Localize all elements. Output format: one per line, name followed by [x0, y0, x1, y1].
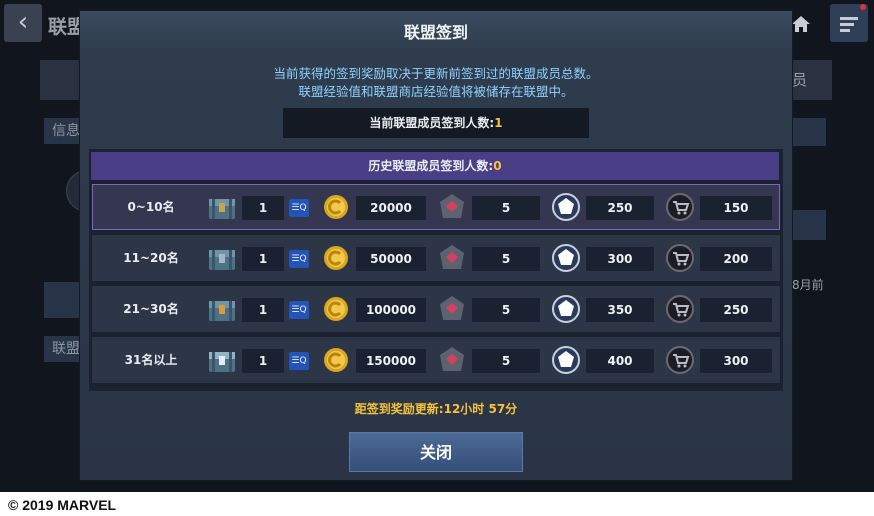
rank-label: 0~10名 [127, 200, 175, 214]
chest-icon [209, 301, 235, 321]
background-box [792, 210, 826, 240]
notification-dot [860, 4, 866, 10]
checkin-dialog: 联盟签到 当前获得的签到奖励取决于更新前签到过的联盟成员总数。 联盟经验值和联盟… [80, 11, 792, 480]
crystal-icon [440, 194, 464, 218]
description-line-2: 联盟经验值和联盟商店经验值将被储存在联盟中。 [298, 84, 574, 99]
background-tab-label: 员 [792, 71, 808, 89]
alliance-badge-icon [552, 244, 580, 272]
rank-label: 31名以上 [124, 353, 178, 367]
reward-row[interactable]: 0~10名 1 ☰Q 20000 5 250 150 [92, 184, 780, 230]
gold-coin-icon [324, 195, 348, 219]
background-panel [40, 60, 80, 100]
badge-amount: 350 [607, 303, 633, 317]
current-checkin-value: 1 [494, 116, 503, 130]
cart-icon [666, 244, 694, 272]
cart-icon [666, 346, 694, 374]
reward-row[interactable]: 21~30名 1 ☰Q 100000 5 350 250 [92, 286, 780, 332]
time-label: 8月前 [792, 278, 824, 292]
chest-count: 1 [258, 354, 268, 368]
cart-icon [666, 295, 694, 323]
crystal-amount: 5 [501, 201, 511, 215]
dialog-title: 联盟签到 [403, 23, 468, 42]
crystal-icon [440, 296, 464, 320]
crystal-icon [440, 245, 464, 269]
history-checkin-label: 历史联盟成员签到人数: [368, 159, 494, 173]
badge-amount: 400 [607, 354, 633, 368]
chest-icon [209, 250, 235, 270]
chest-icon [209, 199, 235, 219]
background-tab[interactable]: 员 [792, 60, 832, 100]
game-screen: ‹ 联盟 员 信息 8月前 联盟 联盟签到 当前获得的签到奖励取决于更新前签到过… [0, 0, 874, 492]
reward-table: 历史联盟成员签到人数:0 0~10名 1 ☰Q 20000 5 250 150 [89, 149, 783, 391]
chest-icon [209, 352, 235, 372]
badge-amount: 250 [607, 201, 633, 215]
reward-refresh-countdown: 距签到奖励更新:12小时 57分 [354, 402, 518, 416]
cart-amount: 300 [723, 354, 749, 368]
history-checkin-count: 历史联盟成员签到人数:0 [91, 152, 779, 180]
gold-amount: 100000 [365, 303, 417, 317]
gold-coin-icon [324, 297, 348, 321]
cart-icon [666, 193, 694, 221]
alliance-badge-icon [552, 346, 580, 374]
alliance-badge-icon [552, 295, 580, 323]
view-details-icon[interactable]: ☰Q [289, 250, 309, 268]
chest-count: 1 [258, 303, 268, 317]
view-details-icon[interactable]: ☰Q [289, 199, 309, 217]
crystal-amount: 5 [501, 252, 511, 266]
reward-row[interactable]: 11~20名 1 ☰Q 50000 5 300 200 [92, 235, 780, 281]
gold-amount: 150000 [365, 354, 417, 368]
copyright-footer: © 2019 MARVEL [8, 497, 117, 513]
back-button[interactable]: ‹ [4, 4, 42, 42]
view-details-icon[interactable]: ☰Q [289, 352, 309, 370]
gold-coin-icon [324, 246, 348, 270]
badge-amount: 300 [607, 252, 633, 266]
cart-amount: 200 [723, 252, 749, 266]
shield-icon [44, 282, 80, 318]
description-line-1: 当前获得的签到奖励取决于更新前签到过的联盟成员总数。 [273, 66, 599, 81]
crystal-amount: 5 [501, 303, 511, 317]
gold-coin-icon [324, 348, 348, 372]
rank-label: 21~30名 [123, 302, 179, 316]
chest-count: 1 [258, 201, 268, 215]
gold-amount: 20000 [370, 201, 412, 215]
home-icon[interactable] [790, 14, 812, 34]
rank-label: 11~20名 [123, 251, 179, 265]
crystal-icon [440, 347, 464, 371]
gold-amount: 50000 [370, 252, 412, 266]
current-checkin-count: 当前联盟成员签到人数:1 [283, 108, 589, 138]
current-checkin-label: 当前联盟成员签到人数: [369, 116, 495, 130]
background-box [792, 118, 826, 146]
alliance-badge-icon [552, 193, 580, 221]
cart-amount: 150 [723, 201, 749, 215]
chest-count: 1 [258, 252, 268, 266]
view-details-icon[interactable]: ☰Q [289, 301, 309, 319]
reward-row[interactable]: 31名以上 1 ☰Q 150000 5 400 300 [92, 337, 780, 383]
close-button[interactable]: 关闭 [349, 432, 523, 472]
history-checkin-value: 0 [493, 159, 502, 173]
crystal-amount: 5 [501, 354, 511, 368]
cart-amount: 250 [723, 303, 749, 317]
